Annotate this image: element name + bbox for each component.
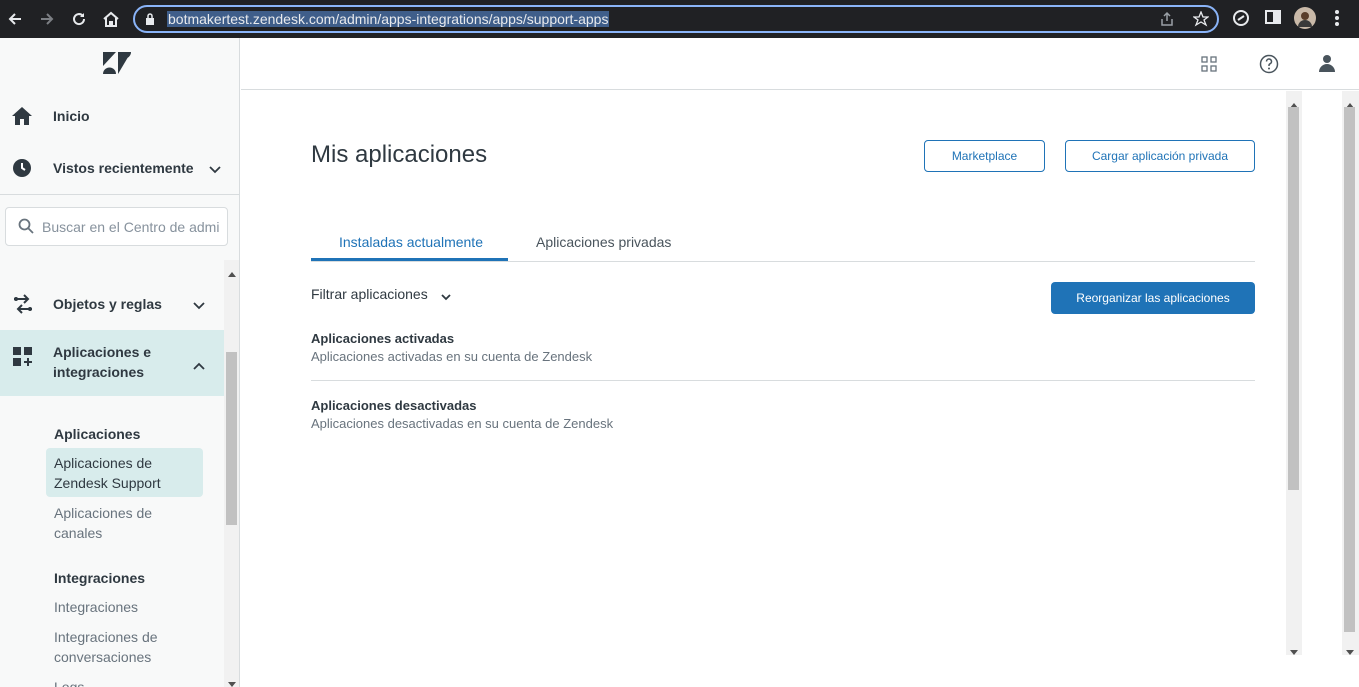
sidebar-item-label: Objetos y reglas	[53, 296, 162, 312]
sidebar-item-logs[interactable]: Logs	[54, 677, 194, 687]
reload-icon[interactable]	[68, 8, 90, 30]
filter-label: Filtrar aplicaciones	[311, 286, 428, 302]
conv-integrations-line2: conversaciones	[54, 649, 152, 665]
channel-apps-line2: canales	[54, 525, 103, 541]
chevron-down-icon	[440, 288, 452, 304]
sidebar-item-label: integraciones	[53, 364, 145, 380]
marketplace-button[interactable]: Marketplace	[924, 140, 1045, 172]
admin-topbar	[241, 38, 1359, 90]
home-icon[interactable]	[100, 8, 122, 30]
menu-kebab-icon[interactable]	[1334, 9, 1340, 32]
inactive-apps-desc: Aplicaciones desactivadas en su cuenta d…	[311, 416, 614, 431]
apps-grid-icon	[12, 346, 34, 373]
sidebar-item-apps[interactable]: Aplicaciones e integraciones	[0, 330, 224, 396]
integrations-section-heading: Integraciones	[54, 570, 146, 586]
section-divider	[311, 380, 1255, 381]
active-apps-title[interactable]: Aplicaciones activadas	[311, 331, 454, 346]
share-icon[interactable]	[1159, 11, 1175, 32]
support-apps-line2: Zendesk Support	[54, 475, 161, 491]
inactive-apps-title[interactable]: Aplicaciones desactivadas	[311, 398, 476, 413]
content-scroll-thumb[interactable]	[1288, 107, 1299, 490]
content-scrollbar[interactable]	[1286, 91, 1302, 655]
divider	[0, 194, 239, 195]
user-profile-icon[interactable]	[1319, 54, 1335, 77]
tab-private-apps[interactable]: Aplicaciones privadas	[536, 234, 671, 250]
tab-installed[interactable]: Instaladas actualmente	[339, 234, 483, 250]
chevron-down-icon	[208, 162, 222, 180]
help-icon[interactable]	[1259, 54, 1279, 79]
admin-sidebar: Inicio Vistos recientemente Buscar en el…	[0, 38, 240, 687]
chevron-up-icon	[192, 358, 206, 376]
sidebar-scroll-thumb[interactable]	[226, 352, 237, 525]
zendesk-logo-icon[interactable]	[103, 52, 131, 79]
forward-icon[interactable]	[36, 8, 58, 30]
home-nav-icon	[11, 106, 33, 131]
profile-avatar[interactable]	[1294, 7, 1316, 34]
url-text: botmakertest.zendesk.com/admin/apps-inte…	[167, 11, 610, 27]
browser-toolbar: botmakertest.zendesk.com/admin/apps-inte…	[0, 0, 1359, 38]
extension-icon[interactable]	[1232, 9, 1250, 32]
star-icon[interactable]	[1192, 10, 1210, 32]
search-placeholder: Buscar en el Centro de admi	[42, 219, 220, 235]
sidebar-item-objects[interactable]: Objetos y reglas	[0, 288, 239, 321]
main-content: Mis aplicaciones Marketplace Cargar apli…	[241, 91, 1286, 655]
sidebar-item-integrations[interactable]: Integraciones	[54, 597, 194, 617]
sidebar-item-label: Inicio	[53, 108, 90, 124]
sidebar-scrollbar[interactable]	[224, 260, 239, 687]
active-apps-desc: Aplicaciones activadas en su cuenta de Z…	[311, 349, 593, 364]
filter-apps-dropdown[interactable]: Filtrar aplicaciones	[311, 284, 452, 304]
apps-section-heading: Aplicaciones	[54, 426, 141, 442]
objects-rules-icon	[11, 292, 35, 321]
sidebar-item-channel-apps[interactable]: Aplicaciones de	[54, 503, 194, 523]
tab-active-indicator	[311, 258, 508, 261]
scroll-up-icon[interactable]	[228, 264, 236, 282]
search-input[interactable]: Buscar en el Centro de admi	[5, 207, 228, 246]
upload-private-app-button[interactable]: Cargar aplicación privada	[1065, 140, 1255, 172]
scroll-down-icon[interactable]	[1346, 643, 1354, 661]
support-apps-line1: Aplicaciones de	[54, 455, 153, 471]
page-scroll-thumb[interactable]	[1344, 107, 1355, 632]
back-icon[interactable]	[4, 8, 26, 30]
sidebar-item-recent[interactable]: Vistos recientemente	[0, 152, 239, 184]
page-title: Mis aplicaciones	[311, 141, 488, 168]
search-icon	[18, 218, 34, 237]
lock-icon	[145, 12, 155, 31]
sidebar-item-conversation-integrations[interactable]: Integraciones de	[54, 627, 194, 647]
clock-icon	[12, 158, 32, 183]
tabs-divider	[311, 261, 1255, 262]
sidepanel-icon[interactable]	[1265, 9, 1281, 30]
products-grid-icon[interactable]	[1201, 56, 1217, 77]
sidebar-item-label: Aplicaciones e	[53, 344, 152, 360]
address-bar[interactable]: botmakertest.zendesk.com/admin/apps-inte…	[133, 5, 1219, 33]
scroll-down-icon[interactable]	[1290, 643, 1298, 661]
sidebar-item-home[interactable]: Inicio	[0, 100, 239, 132]
page-scrollbar[interactable]	[1342, 91, 1359, 655]
reorder-apps-button[interactable]: Reorganizar las aplicaciones	[1051, 282, 1255, 314]
sidebar-item-label: Vistos recientemente	[53, 160, 194, 176]
scroll-down-icon[interactable]	[228, 675, 236, 687]
chevron-down-icon	[192, 298, 206, 316]
